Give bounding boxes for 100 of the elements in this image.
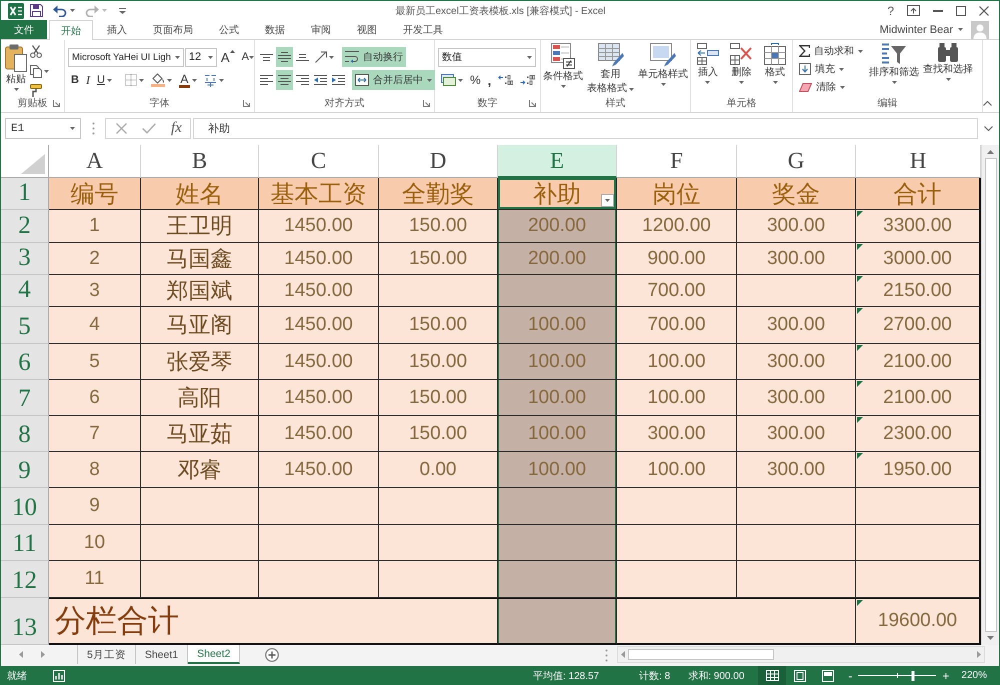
scissors-icon[interactable] <box>30 45 42 58</box>
sort-filter-button[interactable]: 排序和筛选 <box>868 40 920 84</box>
align-button[interactable] <box>276 47 293 67</box>
row-header[interactable]: 13 <box>1 598 49 645</box>
grow-font-button[interactable]: A <box>218 47 238 67</box>
row-header[interactable]: 4 <box>1 275 49 307</box>
row-header[interactable]: 3 <box>1 243 49 275</box>
row-header[interactable]: 9 <box>1 452 49 488</box>
font-name-dropdown[interactable]: Microsoft YaHei UI Ligh <box>68 48 184 66</box>
ribbon-tab[interactable]: 页面布局 <box>141 20 205 39</box>
row-header[interactable]: 10 <box>1 488 49 525</box>
bold-button[interactable]: B <box>68 70 82 90</box>
merge-center-button[interactable]: 合并后居中 <box>352 70 435 90</box>
ribbon-tab[interactable]: 插入 <box>95 20 139 39</box>
slider-thumb[interactable] <box>912 670 914 680</box>
column-header[interactable]: A <box>49 145 141 178</box>
wrap-text-button[interactable]: 自动换行 <box>342 47 406 67</box>
paste-button[interactable]: 粘贴 <box>4 40 28 91</box>
customize-icon[interactable] <box>119 8 126 14</box>
conditional-formatting-button[interactable]: 条件格式 <box>542 40 584 88</box>
percent-button[interactable]: % <box>467 70 484 90</box>
normal-view-button[interactable] <box>758 666 786 685</box>
clear-button[interactable]: 清除 <box>796 78 866 96</box>
row-header[interactable]: 11 <box>1 525 49 561</box>
sheet-tab[interactable]: Sheet2 <box>188 645 240 664</box>
row-header[interactable]: 2 <box>1 210 49 243</box>
column-header[interactable]: B <box>141 145 259 178</box>
outdent-icon[interactable] <box>314 75 327 85</box>
grip-icon[interactable] <box>605 649 608 662</box>
number-format-dropdown[interactable]: 数值 <box>438 48 536 66</box>
close-icon[interactable] <box>979 6 989 16</box>
file-tab[interactable]: 文件 <box>1 20 47 39</box>
shrink-font-button[interactable]: A <box>238 47 257 67</box>
indent-icon[interactable] <box>332 75 345 85</box>
ribbon-tab[interactable]: 公式 <box>207 20 251 39</box>
triangle-up-icon[interactable] <box>987 150 994 154</box>
formula-field[interactable]: 补助 <box>192 118 978 139</box>
delete-button[interactable]: 删除 <box>729 40 754 84</box>
insert-function-button[interactable]: fx <box>171 121 182 136</box>
scrollbar-thumb[interactable] <box>984 158 996 632</box>
row-header[interactable]: 6 <box>1 344 49 380</box>
ribbon-tab[interactable]: 开发工具 <box>391 20 455 39</box>
launcher-icon[interactable] <box>529 100 536 106</box>
sheet-bars-icon[interactable] <box>53 670 65 682</box>
launcher-icon[interactable] <box>423 100 430 106</box>
zoom-out-button[interactable]: - <box>848 668 852 682</box>
row-header[interactable]: 8 <box>1 416 49 452</box>
triangle-right-icon[interactable] <box>41 651 45 658</box>
ribbon-tab[interactable]: 开始 <box>49 20 93 40</box>
font-size-dropdown[interactable]: 12 <box>184 48 217 66</box>
arrow-dots-icon[interactable] <box>498 75 514 85</box>
comma-button[interactable]: , <box>484 70 494 90</box>
zoom-level-button[interactable]: 220% <box>961 670 987 681</box>
format-as-table-button[interactable]: 套用 表格格式 <box>586 40 635 95</box>
ribbon-tab[interactable]: 视图 <box>345 20 389 39</box>
find-select-button[interactable]: 查找和选择 <box>922 40 974 81</box>
format-button[interactable]: 格式 <box>763 40 788 84</box>
column-header[interactable]: H <box>856 145 981 178</box>
italic-button[interactable]: I <box>82 70 93 90</box>
column-header[interactable]: G <box>737 145 856 178</box>
chevron-down-icon[interactable] <box>984 126 993 131</box>
copy-button[interactable] <box>30 64 49 78</box>
row-header[interactable]: 12 <box>1 561 49 598</box>
sheet-tab[interactable]: 5月工资 <box>78 645 136 664</box>
zoom-in-button[interactable]: + <box>942 668 950 682</box>
maximize-icon[interactable] <box>956 6 966 16</box>
check-icon[interactable] <box>142 123 156 134</box>
undo-icon[interactable] <box>53 4 67 16</box>
row-header[interactable]: 1 <box>1 178 49 210</box>
chevron-up-icon[interactable] <box>983 101 992 106</box>
column-header[interactable]: E <box>498 145 617 178</box>
font-color-button[interactable]: A <box>176 70 200 90</box>
column-header[interactable]: D <box>379 145 498 178</box>
launcher-icon[interactable] <box>243 100 250 106</box>
scrollbar-thumb[interactable] <box>628 649 774 660</box>
triangle-left-icon[interactable] <box>19 651 23 658</box>
column-header[interactable]: C <box>259 145 379 178</box>
account-button[interactable]: Midwinter Bear <box>880 24 963 36</box>
brush-icon[interactable] <box>30 84 42 97</box>
underline-button[interactable]: U <box>94 70 115 90</box>
minimize-icon[interactable] <box>933 10 943 12</box>
launcher-icon[interactable] <box>53 100 60 106</box>
triangle-down-icon[interactable] <box>987 636 994 640</box>
fill-button[interactable]: 填充 <box>796 60 866 78</box>
ribbon-tab[interactable]: 数据 <box>253 20 297 39</box>
help-button[interactable]: ? <box>887 4 894 16</box>
cell-styles-button[interactable]: 单元格样式 <box>637 40 689 86</box>
ribbon-tab[interactable]: 审阅 <box>299 20 343 39</box>
insert-button[interactable]: 插入 <box>696 40 720 84</box>
plus-circle-icon[interactable] <box>265 648 280 662</box>
vertical-scrollbar[interactable] <box>981 145 999 645</box>
filter-dropdown-button[interactable] <box>601 194 614 207</box>
arrow-dots-icon[interactable] <box>520 75 536 85</box>
row-header[interactable]: 5 <box>1 307 49 344</box>
column-header[interactable]: F <box>617 145 737 178</box>
autosum-button[interactable]: 自动求和 <box>796 42 866 60</box>
save-icon[interactable] <box>30 4 43 17</box>
horizontal-scrollbar[interactable] <box>617 646 985 663</box>
name-box[interactable]: E1 <box>5 118 81 139</box>
row-header[interactable]: 7 <box>1 380 49 416</box>
